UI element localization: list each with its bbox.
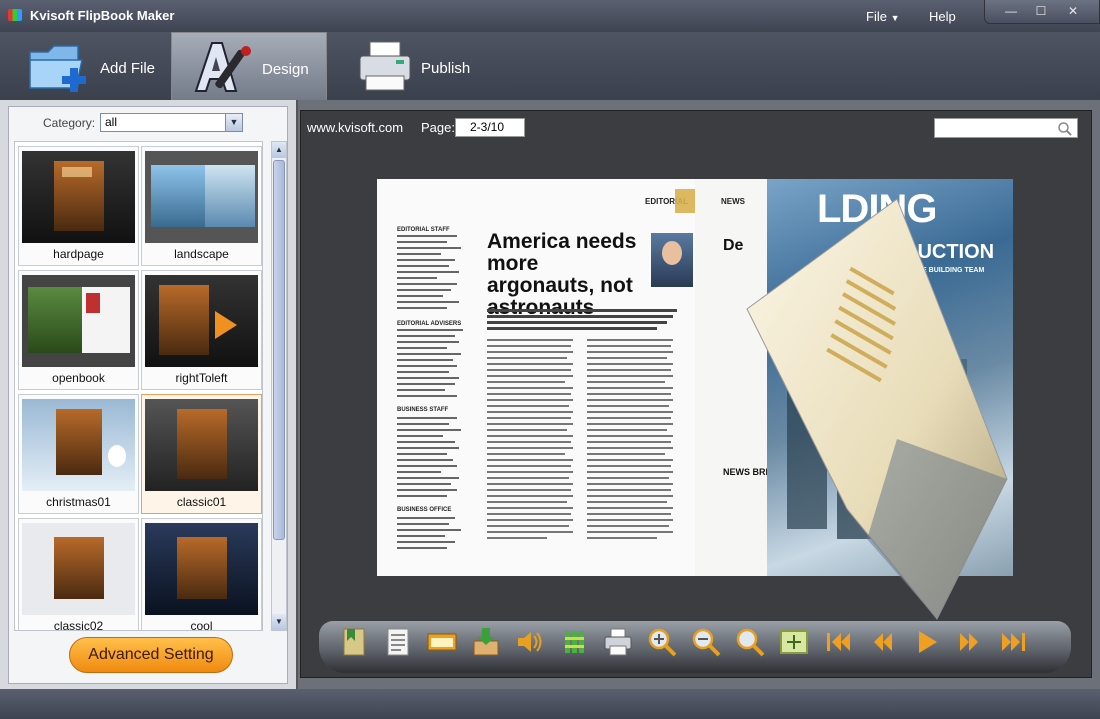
template-thumbnail [22, 399, 135, 491]
template-grid: hardpage landscape openbook rightToleft … [14, 141, 263, 631]
add-file-button[interactable]: Add File [20, 32, 170, 100]
play-icon[interactable] [909, 625, 943, 659]
table-of-contents-icon[interactable] [381, 625, 415, 659]
close-button[interactable]: ✕ [1061, 4, 1085, 18]
template-panel-inner: Category: all ▼ hardpage landscape openb… [8, 106, 288, 684]
template-name: hardpage [53, 247, 104, 261]
magnifier-icon[interactable] [733, 625, 767, 659]
search-input[interactable] [934, 118, 1078, 138]
previous-page-icon[interactable] [865, 625, 899, 659]
maximize-button[interactable]: ☐ [1029, 4, 1053, 18]
main-toolbar: Add File Design Publish [0, 32, 1100, 100]
template-name: cool [190, 619, 213, 631]
template-name: landscape [174, 247, 229, 261]
template-scrollbar[interactable]: ▲ ▼ [271, 141, 287, 631]
download-icon[interactable] [469, 625, 503, 659]
flipbook[interactable]: EDITORIAL EDITORIAL STAFF EDITORIAL ADVI… [377, 179, 1013, 620]
template-cool[interactable]: cool [141, 518, 262, 631]
chevron-down-icon: ▼ [890, 13, 900, 23]
window-title: Kvisoft FlipBook Maker [30, 8, 175, 23]
template-thumbnail [145, 399, 258, 491]
site-url: www.kvisoft.com [307, 120, 404, 135]
page-label: Page: [421, 120, 455, 135]
category-select[interactable]: all ▼ [100, 113, 243, 132]
publish-button[interactable]: Publish [350, 32, 490, 100]
menu-help[interactable]: Help [929, 9, 956, 24]
scroll-up-icon[interactable]: ▲ [272, 142, 286, 158]
minimize-button[interactable]: — [999, 4, 1023, 18]
flipbook-control-bar [319, 621, 1071, 673]
template-classic01[interactable]: classic01 [141, 394, 262, 514]
category-value: all [105, 115, 118, 129]
thumbnails-icon[interactable] [425, 625, 459, 659]
sound-icon[interactable] [513, 625, 547, 659]
title-bar: Kvisoft FlipBook Maker File ▼ Help — ☐ ✕ [0, 0, 1100, 32]
template-name: classic01 [176, 495, 227, 509]
design-brush-icon [194, 42, 251, 92]
last-page-icon[interactable] [997, 625, 1031, 659]
design-button[interactable]: Design [171, 32, 327, 100]
book-page-left[interactable]: EDITORIAL EDITORIAL STAFF EDITORIAL ADVI… [377, 179, 695, 576]
design-label: Design [262, 61, 309, 78]
template-landscape[interactable]: landscape [141, 146, 262, 266]
template-thumbnail [145, 275, 258, 367]
template-name: christmas01 [46, 495, 111, 509]
chevron-down-icon[interactable]: ▼ [225, 114, 242, 131]
template-thumbnail [22, 523, 135, 615]
fit-screen-icon[interactable] [777, 625, 811, 659]
article-body [487, 309, 677, 539]
zoom-out-icon[interactable] [689, 625, 723, 659]
page-input[interactable]: 2-3/10 [455, 118, 525, 137]
category-label: Category: [43, 116, 96, 130]
flipbook-preview: www.kvisoft.com Page: 2-3/10 EDITORIAL E… [300, 110, 1092, 678]
template-christmas01[interactable]: christmas01 [18, 394, 139, 514]
template-thumbnail [22, 151, 135, 243]
scrollbar-thumb[interactable] [273, 160, 285, 540]
menu-file[interactable]: File ▼ [866, 9, 900, 24]
share-icon[interactable] [557, 625, 591, 659]
add-file-label: Add File [100, 60, 156, 77]
status-bar [0, 689, 1100, 719]
zoom-in-icon[interactable] [645, 625, 679, 659]
publish-label: Publish [421, 60, 471, 77]
app-window: Kvisoft FlipBook Maker File ▼ Help — ☐ ✕… [0, 0, 1100, 719]
author-photo [651, 233, 693, 287]
page-curl[interactable] [707, 179, 1013, 639]
next-page-icon[interactable] [953, 625, 987, 659]
template-thumbnail [22, 275, 135, 367]
search-icon[interactable] [1057, 121, 1073, 137]
template-righttoleft[interactable]: rightToleft [141, 270, 262, 390]
template-classic02[interactable]: classic02 [18, 518, 139, 631]
window-controls: — ☐ ✕ [984, 0, 1100, 24]
template-thumbnail [145, 523, 258, 615]
print-icon[interactable] [601, 625, 635, 659]
section-divider [675, 189, 695, 213]
bookmark-icon[interactable] [337, 625, 371, 659]
staff-listing [397, 235, 463, 549]
template-name: classic02 [53, 619, 104, 631]
first-page-icon[interactable] [821, 625, 855, 659]
article-headline: America needs more argonauts, not astron… [487, 230, 637, 319]
scroll-down-icon[interactable]: ▼ [272, 614, 286, 630]
template-name: rightToleft [175, 371, 228, 385]
template-name: openbook [52, 371, 105, 385]
template-hardpage[interactable]: hardpage [18, 146, 139, 266]
printer-icon [359, 41, 411, 91]
editorial-staff-heading: EDITORIAL STAFF [397, 227, 450, 233]
app-logo-icon [8, 9, 22, 21]
template-openbook[interactable]: openbook [18, 270, 139, 390]
advanced-setting-button[interactable]: Advanced Setting [69, 637, 233, 673]
folder-add-icon [29, 45, 86, 92]
template-thumbnail [145, 151, 258, 243]
template-panel: Category: all ▼ hardpage landscape openb… [0, 100, 298, 689]
